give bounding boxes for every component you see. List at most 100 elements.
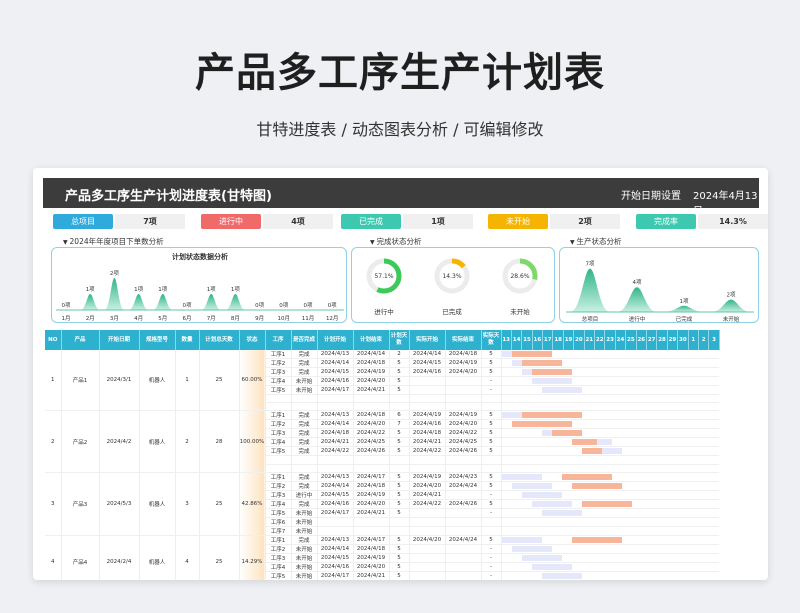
- plan-end: 2024/4/26: [353, 446, 390, 457]
- column-header[interactable]: 实际开始: [409, 330, 446, 350]
- plan-days: 7: [389, 419, 410, 430]
- start-date: 2024/3/1: [99, 350, 140, 412]
- column-header[interactable]: 计划总天数: [199, 330, 240, 350]
- status-chart-panel: 7项 总项目 4项 进行中 1项 已完成 2项 未开始: [559, 247, 759, 323]
- sheet-header: 产品多工序生产计划进度表(甘特图) 开始日期设置 2024年4月13日: [43, 178, 759, 217]
- process-name: 工序4: [265, 499, 292, 509]
- column-header[interactable]: 数量: [175, 330, 200, 350]
- plan-end: 2024/4/25: [353, 437, 390, 448]
- actual-start: 2024/4/22: [409, 446, 446, 457]
- annual-bell: [152, 294, 173, 310]
- actual-end: 2024/4/24: [445, 481, 482, 491]
- status-section-title: 完成状态分析: [370, 236, 422, 247]
- table-row[interactable]: 2 产品2 2024/4/2 机器人 2 28 100.00% 工序1 完成 2024/4/13 2…: [45, 410, 720, 473]
- gantt-plan-bar: [531, 500, 572, 507]
- table-row[interactable]: 1 产品1 2024/3/1 机器人 1 25 60.00% 工序1 完成 2024/4/13 20…: [45, 350, 720, 412]
- column-header[interactable]: 实际天数: [481, 330, 502, 350]
- actual-start: [409, 394, 446, 404]
- completion-state: [291, 464, 318, 473]
- actual-end: [445, 490, 482, 500]
- quantity: 1: [175, 350, 200, 412]
- plan-start: 2024/4/18: [317, 428, 354, 439]
- annual-bell: [201, 294, 222, 310]
- gantt-cell: [501, 571, 720, 580]
- completion-state: 完成: [291, 358, 318, 368]
- annual-bell: [104, 278, 125, 310]
- actual-end: 2024/4/25: [445, 437, 482, 448]
- plan-days: 5: [389, 358, 410, 368]
- planned-total-days: 25: [199, 472, 240, 536]
- column-header[interactable]: 规格型号: [139, 330, 176, 350]
- annual-chart-title: 计划状态数据分析: [172, 252, 228, 261]
- annual-section-title: 2024年年度项目下单数分析: [63, 236, 164, 247]
- column-header[interactable]: 开始日期: [99, 330, 140, 350]
- actual-days: -: [481, 553, 502, 563]
- completion-state: 完成: [291, 472, 318, 482]
- gantt-cell: [501, 535, 720, 545]
- actual-days: -: [481, 544, 502, 554]
- start-date-setting-label[interactable]: 开始日期设置: [621, 187, 681, 202]
- actual-end: 2024/4/19: [445, 358, 482, 368]
- actual-end: 2024/4/22: [445, 428, 482, 439]
- plan-days: [389, 394, 410, 404]
- table-row[interactable]: 4 产品4 2024/2/4 机器人 4 25 14.29% 工序1 完成 2024/4/13 20…: [45, 535, 720, 580]
- donut-label: 未开始: [510, 307, 530, 316]
- column-header[interactable]: 状态: [239, 330, 266, 350]
- column-header[interactable]: NO: [45, 330, 62, 350]
- actual-days: -: [481, 571, 502, 580]
- actual-start: [409, 464, 446, 473]
- plan-end: 2024/4/18: [353, 358, 390, 368]
- product-name: 产品2: [61, 410, 100, 473]
- column-header[interactable]: 计划天数: [389, 330, 410, 350]
- gantt-cell: [501, 455, 720, 465]
- gantt-cell: [501, 553, 720, 563]
- product-section-title: 生产状态分析: [570, 236, 622, 247]
- gantt-plan-bar: [501, 473, 542, 480]
- table-row[interactable]: 3 产品3 2024/5/3 机器人 3 25 42.86% 工序1 完成 2024/4/13 20…: [45, 472, 720, 536]
- gantt-plan-bar: [531, 378, 572, 384]
- plan-days: 5: [389, 535, 410, 545]
- plan-days: 5: [389, 472, 410, 482]
- gantt-actual-bar: [511, 351, 552, 357]
- plan-days: 5: [389, 499, 410, 509]
- actual-start: 2024/4/21: [409, 490, 446, 500]
- actual-days: [481, 517, 502, 527]
- plan-end: 2024/4/18: [353, 481, 390, 491]
- column-header[interactable]: 产品: [61, 330, 100, 350]
- process-name: 工序6: [265, 517, 292, 527]
- planned-total-days: 25: [199, 350, 240, 412]
- status-category-label: 已完成: [676, 315, 693, 323]
- gantt-day-header: 3: [708, 330, 720, 350]
- column-header[interactable]: 计划开始: [317, 330, 354, 350]
- column-header[interactable]: 实际结束: [445, 330, 482, 350]
- donut-label: 进行中: [374, 307, 394, 316]
- gantt-cell: [501, 562, 720, 572]
- actual-days: -: [481, 562, 502, 572]
- stat-label: 总项目: [53, 214, 113, 229]
- column-header[interactable]: 是否完成: [291, 330, 318, 350]
- process-name: 工序4: [265, 437, 292, 448]
- actual-end: [445, 517, 482, 527]
- completion-state: 未开始: [291, 508, 318, 518]
- progress-status: 100.00%: [239, 410, 266, 473]
- actual-days: 5: [481, 535, 502, 545]
- plan-end: 2024/4/20: [353, 419, 390, 430]
- gantt-day-header: 24: [615, 330, 627, 350]
- actual-days: [481, 526, 502, 536]
- start-date-value[interactable]: 2024年4月13日: [693, 187, 759, 217]
- plan-days: 5: [389, 481, 410, 491]
- gantt-day-header: 22: [594, 330, 606, 350]
- annual-value-label: 0项: [304, 302, 313, 309]
- process-name: 工序3: [265, 367, 292, 377]
- plan-days: 5: [389, 428, 410, 439]
- actual-end: [445, 394, 482, 404]
- plan-end: 2024/4/20: [353, 562, 390, 572]
- gantt-actual-bar: [531, 369, 572, 375]
- actual-end: 2024/4/19: [445, 410, 482, 421]
- column-header[interactable]: 计划结束: [353, 330, 390, 350]
- gantt-day-header: 28: [656, 330, 668, 350]
- plan-end: [353, 402, 390, 412]
- column-header[interactable]: 工序: [265, 330, 292, 350]
- actual-days: -: [481, 376, 502, 386]
- plan-start: 2024/4/16: [317, 499, 354, 509]
